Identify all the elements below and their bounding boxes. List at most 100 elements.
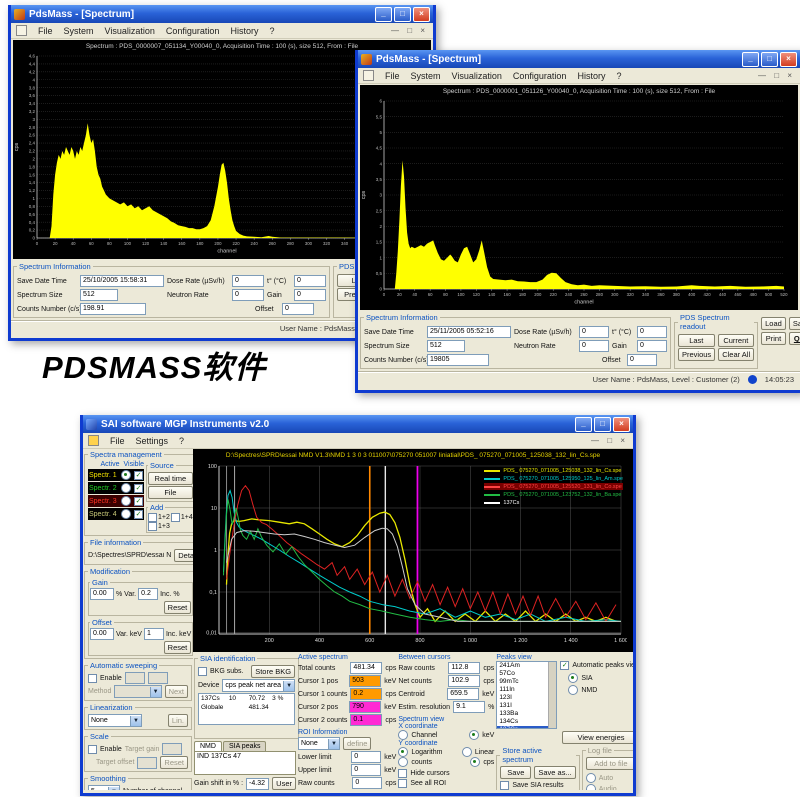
size-field[interactable]: 512 [427, 340, 465, 352]
titlebar[interactable]: PdsMass - [Spectrum] _ □ × [11, 5, 433, 23]
auto-peaks-checkbox[interactable]: ✓ [560, 661, 569, 670]
gain-reset-button[interactable]: Reset [164, 601, 192, 614]
scrollbar[interactable] [548, 662, 556, 728]
legend-entry[interactable]: PDS_ 075270_071005_125038_132_lin_Cs.spe [484, 467, 623, 474]
peak-item[interactable]: 111In [497, 686, 549, 694]
menu-history[interactable]: History [230, 26, 258, 36]
active-radio[interactable] [121, 470, 131, 480]
titlebar[interactable]: PdsMass - [Spectrum] _ □ × [358, 50, 800, 68]
menu-configuration[interactable]: Configuration [166, 26, 220, 36]
gain-field[interactable]: 0 [637, 340, 667, 352]
menu-help[interactable]: ? [179, 436, 184, 446]
menu-history[interactable]: History [577, 71, 605, 81]
mdi-controls-icon[interactable]: — □ × [758, 71, 795, 80]
maximize-icon[interactable]: □ [394, 7, 411, 22]
clear-all-button[interactable]: Clear All [718, 348, 754, 361]
spectrum-row-3[interactable]: Spectr. 3 ✓ [88, 495, 144, 507]
peak-item[interactable]: 133Ba [497, 710, 549, 718]
bkg-subs-checkbox[interactable] [198, 667, 207, 676]
add-1-3-checkbox[interactable] [148, 522, 157, 531]
device-select[interactable]: cps peak net area▼ [222, 679, 295, 692]
offset-inc-field[interactable]: 1 [144, 628, 164, 640]
menu-visualization[interactable]: Visualization [105, 26, 155, 36]
save-date-field[interactable]: 25/11/2005 05:52:16 [427, 326, 511, 338]
smoothing-select[interactable]: 5▼ [88, 785, 120, 790]
spectrum-row-2[interactable]: Spectr. 2 ✓ [88, 482, 144, 494]
active-radio[interactable] [121, 509, 131, 519]
peak-item[interactable]: 57Co [497, 670, 549, 678]
roi-select[interactable]: None▼ [298, 737, 340, 750]
menu-file[interactable]: File [385, 71, 400, 81]
menu-file[interactable]: File [38, 26, 53, 36]
gain-inc-field[interactable]: 0.2 [138, 588, 158, 600]
lower-limit-field[interactable]: 0 [351, 751, 381, 763]
visible-checkbox[interactable]: ✓ [134, 484, 143, 493]
offset-field[interactable]: 0 [627, 354, 657, 366]
print-button[interactable]: Print [761, 332, 786, 345]
menu-visualization[interactable]: Visualization [452, 71, 502, 81]
gain-shift-field[interactable]: -4.32 [246, 778, 269, 790]
close-icon[interactable]: × [413, 7, 430, 22]
save-spectrum-button[interactable]: Save [500, 766, 531, 779]
offset-reset-button[interactable]: Reset [164, 641, 192, 654]
mdi-controls-icon[interactable]: — □ × [591, 436, 628, 445]
file-button[interactable]: File [148, 486, 193, 499]
save-as-button[interactable]: Save as... [534, 766, 575, 779]
legend-entry-selected[interactable]: PDS_ 075270_071005_125520_131_lin_Co.spe [484, 483, 623, 490]
linear-radio[interactable] [462, 747, 472, 757]
menu-help[interactable]: ? [616, 71, 621, 81]
upper-limit-field[interactable]: 0 [351, 764, 381, 776]
maximize-icon[interactable]: □ [761, 52, 778, 67]
dose-rate-field[interactable]: 0 [232, 275, 264, 287]
gain-value-spinner[interactable]: 0.00 [90, 588, 114, 600]
peak-item[interactable]: 134Cs [497, 718, 549, 726]
menu-file[interactable]: File [110, 436, 125, 446]
quit-button[interactable]: Quit [789, 332, 800, 345]
dose-rate-field[interactable]: 0 [579, 326, 609, 338]
hide-cursors-checkbox[interactable] [398, 769, 407, 778]
menu-configuration[interactable]: Configuration [513, 71, 567, 81]
temp-field[interactable]: 0 [294, 275, 326, 287]
counts-field[interactable]: 198.91 [80, 303, 146, 315]
titlebar[interactable]: SAI software MGP Instruments v2.0 _ □ × [83, 415, 633, 433]
active-radio[interactable] [121, 483, 131, 493]
real-time-button[interactable]: Real time [148, 472, 193, 485]
cps-radio[interactable] [470, 757, 480, 767]
close-icon[interactable]: × [780, 52, 797, 67]
view-energies-button[interactable]: View energies [562, 731, 633, 744]
peak-item[interactable]: 241Am [497, 662, 549, 670]
spectrum-row-1[interactable]: Spectr. 1 ✓ [88, 469, 144, 481]
spectrum-row-4[interactable]: Spectr. 4 ✓ [88, 508, 144, 520]
minimize-icon[interactable]: _ [742, 52, 759, 67]
peak-item[interactable]: 131I [497, 702, 549, 710]
linearization-select[interactable]: None▼ [88, 714, 142, 727]
sia-results-list[interactable]: 137Cs 10 70.72 3 %Globale 481.34 [198, 693, 295, 725]
kev-radio[interactable] [469, 730, 479, 740]
save-sia-checkbox[interactable] [500, 781, 509, 790]
see-all-roi-checkbox[interactable] [398, 779, 407, 788]
last-button[interactable]: Last [678, 334, 715, 347]
nmd-radio[interactable] [568, 685, 578, 695]
save-date-field[interactable]: 25/10/2005 15:58:31 [80, 275, 164, 287]
size-field[interactable]: 512 [80, 289, 118, 301]
counts-field[interactable]: 19805 [427, 354, 489, 366]
peak-item[interactable]: 99mTc [497, 678, 549, 686]
gain-field[interactable]: 0 [294, 289, 326, 301]
legend-entry[interactable]: PDS_ 075270_071005_123752_132_lin_Ba.spe [484, 491, 623, 498]
neutron-field[interactable]: 0 [232, 289, 264, 301]
channel-radio[interactable] [398, 730, 408, 740]
neutron-field[interactable]: 0 [579, 340, 609, 352]
peak-item[interactable]: 123I [497, 694, 549, 702]
sia-radio[interactable] [568, 673, 578, 683]
tab-sia-peaks[interactable]: SIA peaks [223, 741, 267, 751]
active-radio[interactable] [121, 496, 131, 506]
peak-item-selected[interactable]: 137Cs [497, 726, 549, 729]
offset-field[interactable]: 0 [282, 303, 314, 315]
temp-field[interactable]: 0 [637, 326, 667, 338]
menu-settings[interactable]: Settings [136, 436, 169, 446]
save-button[interactable]: Save [789, 317, 800, 330]
previous-button[interactable]: Previous [678, 348, 715, 361]
menu-system[interactable]: System [64, 26, 94, 36]
maximize-icon[interactable]: □ [594, 417, 611, 432]
legend-entry[interactable]: PDS_ 075270_071005_125950_125_lin_Am.spe [484, 475, 623, 482]
